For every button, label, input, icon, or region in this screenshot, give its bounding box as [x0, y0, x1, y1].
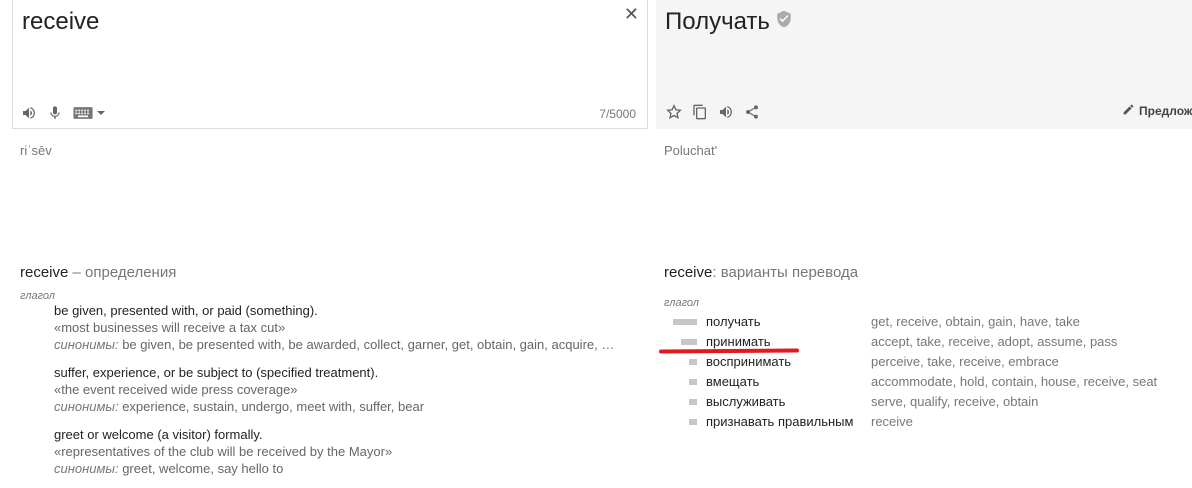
- variant-back-translations[interactable]: accept, take, receive, adopt, assume, pa…: [871, 332, 1117, 352]
- definition-synonyms: синонимы: experience, sustain, undergo, …: [54, 398, 634, 415]
- definitions-word: receive: [20, 264, 69, 281]
- translation-variants: получать get, receive, obtain, gain, hav…: [664, 312, 1192, 432]
- translations-pos: глагол: [664, 297, 700, 309]
- suggest-edit-button[interactable]: Предложи: [1122, 103, 1192, 119]
- speaker-icon[interactable]: [21, 105, 37, 121]
- definition-gloss: be given, presented with, or paid (somet…: [54, 303, 318, 318]
- frequency-bar: [681, 339, 697, 345]
- variant-word[interactable]: признавать правильным: [706, 412, 853, 432]
- close-icon[interactable]: ✕: [624, 5, 639, 23]
- variant-word[interactable]: вмещать: [706, 372, 759, 392]
- variant-back-translations[interactable]: accommodate, hold, contain, house, recei…: [871, 372, 1157, 392]
- variant-word[interactable]: выслуживать: [706, 392, 785, 412]
- source-text-input[interactable]: receive: [22, 8, 99, 36]
- chevron-down-icon[interactable]: [96, 108, 106, 118]
- synonyms-list[interactable]: greet, welcome, say hello to: [119, 461, 283, 476]
- variant-row: вмещать accommodate, hold, contain, hous…: [664, 372, 1192, 392]
- variant-back-translations[interactable]: receive: [871, 412, 913, 432]
- definition-synonyms: синонимы: be given, be presented with, b…: [54, 336, 634, 353]
- synonyms-label: синонимы:: [54, 337, 119, 352]
- translation-output: Получать: [665, 8, 793, 36]
- definitions-list: be given, presented with, or paid (somet…: [54, 302, 634, 488]
- translations-title-suffix: : варианты перевода: [712, 264, 859, 281]
- share-icon[interactable]: [744, 104, 760, 120]
- variant-row: выслуживать serve, qualify, receive, obt…: [664, 392, 1192, 412]
- translation-text: Получать: [665, 8, 770, 35]
- definition-gloss: suffer, experience, or be subject to (sp…: [54, 365, 379, 380]
- definition-synonyms: синонимы: greet, welcome, say hello to: [54, 460, 634, 477]
- definition-item: greet or welcome (a visitor) formally. «…: [54, 426, 634, 477]
- definition-gloss: greet or welcome (a visitor) formally.: [54, 427, 263, 442]
- source-panel: receive ✕ 7/5000: [12, 0, 648, 129]
- frequency-bar: [673, 319, 697, 325]
- synonyms-list[interactable]: be given, be presented with, be awarded,…: [119, 337, 614, 352]
- definition-example: «representatives of the club will be rec…: [54, 444, 393, 459]
- source-toolbar: [21, 104, 106, 122]
- variant-back-translations[interactable]: serve, qualify, receive, obtain: [871, 392, 1038, 412]
- definitions-title: receive – определения: [20, 264, 176, 281]
- definitions-title-suffix: – определения: [68, 264, 177, 281]
- microphone-icon[interactable]: [47, 104, 63, 122]
- synonyms-label: синонимы:: [54, 399, 119, 414]
- definition-example: «most businesses will receive a tax cut»: [54, 320, 286, 335]
- copy-icon[interactable]: [692, 103, 708, 121]
- synonyms-list[interactable]: experience, sustain, undergo, meet with,…: [119, 399, 424, 414]
- variant-back-translations[interactable]: get, receive, obtain, gain, have, take: [871, 312, 1080, 332]
- frequency-bar: [689, 399, 697, 405]
- definitions-pos: глагол: [20, 290, 56, 302]
- frequency-bar: [689, 379, 697, 385]
- speaker-icon[interactable]: [718, 104, 734, 120]
- translations-word: receive: [664, 264, 713, 281]
- variant-word[interactable]: получать: [706, 312, 761, 332]
- definition-item: be given, presented with, or paid (somet…: [54, 302, 634, 353]
- frequency-bar: [689, 359, 697, 365]
- pencil-icon: [1122, 103, 1135, 119]
- variant-back-translations[interactable]: perceive, take, receive, embrace: [871, 352, 1059, 372]
- target-toolbar: [666, 103, 760, 121]
- target-transliteration: Poluchat': [664, 143, 718, 158]
- suggest-edit-label: Предложи: [1139, 104, 1192, 118]
- frequency-bar: [689, 419, 697, 425]
- definition-item: suffer, experience, or be subject to (sp…: [54, 364, 634, 415]
- variant-row: воспринимать perceive, take, receive, em…: [664, 352, 1192, 372]
- keyboard-icon[interactable]: [73, 106, 93, 120]
- source-transliteration: riˈsēv: [20, 143, 52, 158]
- synonyms-label: синонимы:: [54, 461, 119, 476]
- variant-row: признавать правильным receive: [664, 412, 1192, 432]
- definition-example: «the event received wide press coverage»: [54, 382, 298, 397]
- character-count: 7/5000: [599, 107, 636, 121]
- shield-check-icon: [775, 8, 793, 36]
- star-icon[interactable]: [666, 104, 682, 120]
- variant-word[interactable]: воспринимать: [706, 352, 791, 372]
- target-panel: Получать Предложи: [656, 0, 1192, 129]
- variant-row: получать get, receive, obtain, gain, hav…: [664, 312, 1192, 332]
- translations-title: receive: варианты перевода: [664, 264, 858, 281]
